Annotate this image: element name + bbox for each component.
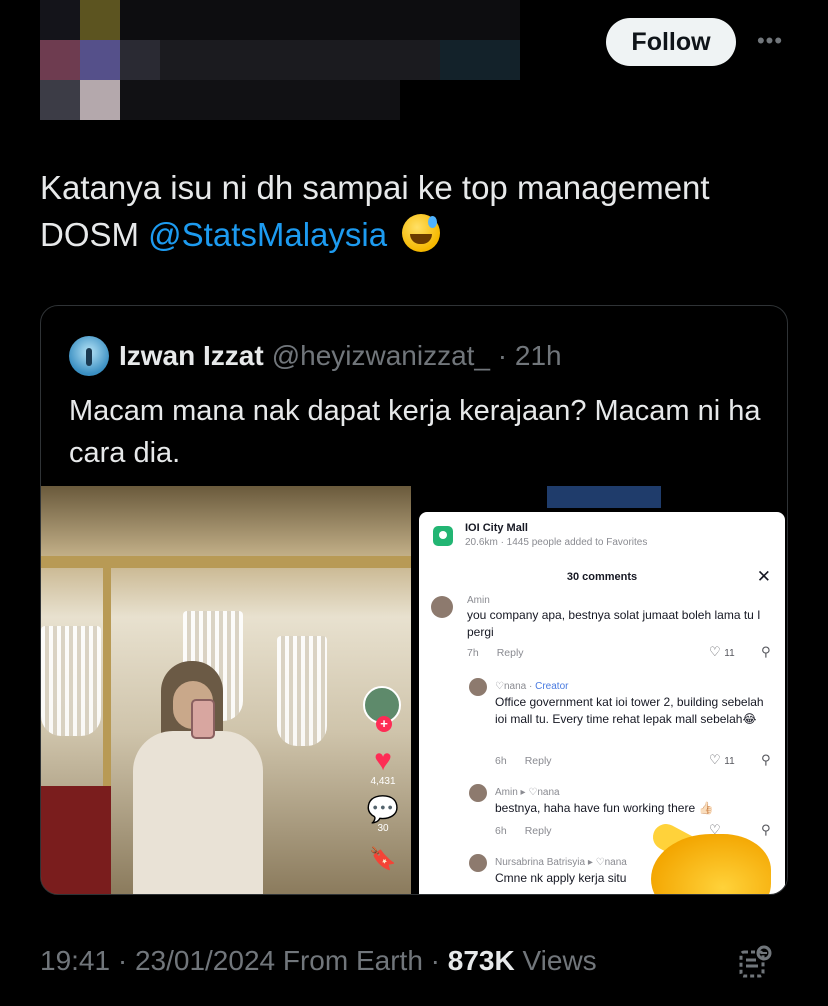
chandelier bbox=[277, 636, 327, 746]
commenter-avatar bbox=[469, 854, 487, 872]
commenter-avatar bbox=[469, 678, 487, 696]
like-count: 4,431 bbox=[370, 776, 396, 787]
comment-user-name: ♡nana bbox=[495, 681, 527, 692]
media-video-thumbnail[interactable]: + ♥ 4,431 💬 30 🔖 bbox=[41, 486, 411, 894]
dislike-icon: ⚲ bbox=[761, 822, 771, 837]
views-label: Views bbox=[514, 945, 597, 976]
person-figure bbox=[133, 661, 263, 894]
ceiling-frame bbox=[41, 556, 411, 568]
tiktok-creator-avatar[interactable]: + bbox=[363, 686, 401, 732]
comment-like-count: 11 bbox=[724, 756, 735, 767]
tweet-text: Katanya isu ni dh sampai ke top manageme… bbox=[40, 164, 800, 258]
comment-like-count: 11 bbox=[724, 648, 735, 659]
tweet-text-line2: DOSM bbox=[40, 216, 149, 253]
comment-text: Office government kat ioi tower 2, build… bbox=[495, 695, 764, 726]
comment-count: 30 bbox=[377, 823, 389, 834]
comment-reply-link: Reply bbox=[524, 755, 552, 767]
more-options-icon[interactable]: ••• bbox=[752, 26, 788, 56]
commenter-avatar bbox=[431, 596, 453, 618]
close-icon: ✕ bbox=[756, 567, 771, 586]
grinning-sweat-emoji-icon bbox=[402, 214, 441, 252]
comment-user: Nursabrina Batrisyia ▸ ♡nana bbox=[495, 857, 627, 868]
red-carpet bbox=[41, 786, 111, 894]
quoted-author-handle: @heyizwanizzat_ · 21h bbox=[271, 340, 562, 371]
comment-meta: 6h Reply bbox=[495, 755, 552, 767]
heart-icon[interactable]: ♥ bbox=[363, 746, 403, 776]
comment-age: 6h bbox=[495, 825, 507, 837]
comment-like: ♡ 11 bbox=[709, 644, 735, 659]
comment-text: you company apa, bestnya solat jumaat bo… bbox=[467, 608, 761, 639]
follow-plus-icon[interactable]: + bbox=[376, 716, 392, 732]
tweet-text-line1: Katanya isu ni dh sampai ke top manageme… bbox=[40, 169, 710, 206]
media-comments-screenshot[interactable]: IOI City Mall 20.6km · 1445 people added… bbox=[413, 486, 787, 894]
dislike-icon: ⚲ bbox=[761, 644, 771, 659]
comment-meta: 7h Reply bbox=[467, 647, 524, 659]
tiktok-comments-panel: IOI City Mall 20.6km · 1445 people added… bbox=[419, 512, 785, 894]
location-row: IOI City Mall 20.6km · 1445 people added… bbox=[433, 522, 647, 548]
comment-user: ♡nana · Creator bbox=[495, 681, 569, 692]
quoted-author-avatar[interactable] bbox=[69, 336, 109, 376]
comment-text: bestnya, haha have fun working there 👍🏻 bbox=[495, 801, 714, 815]
tweet-footer: 19:41 · 23/01/2024 From Earth · 873K Vie… bbox=[40, 945, 597, 977]
comment-like: ♡ 11 bbox=[709, 752, 735, 767]
bookmark-icon[interactable]: 🔖 bbox=[363, 846, 403, 872]
analytics-icon[interactable] bbox=[738, 944, 774, 980]
follow-button[interactable]: Follow bbox=[606, 18, 736, 66]
quoted-tweet[interactable]: Izwan Izzat @heyizwanizzat_ · 21h Macam … bbox=[40, 305, 788, 895]
mention-link[interactable]: @StatsMalaysia bbox=[148, 216, 387, 253]
views-count: 873K bbox=[447, 945, 515, 976]
creator-badge: Creator bbox=[535, 681, 569, 692]
dislike-icon: ⚲ bbox=[761, 752, 771, 767]
comment-meta: 6h Reply bbox=[495, 825, 552, 837]
comment-age: 6h bbox=[495, 755, 507, 767]
commenter-avatar bbox=[469, 784, 487, 802]
comments-title: 30 comments bbox=[566, 571, 638, 583]
location-subtitle: 20.6km · 1445 people added to Favorites bbox=[465, 537, 648, 548]
quoted-tweet-header: Izwan Izzat @heyizwanizzat_ · 21h bbox=[69, 336, 562, 376]
location-pin-icon bbox=[433, 526, 453, 546]
comment-user: Amin ▸ ♡nana bbox=[495, 787, 560, 798]
comment-reply-link: Reply bbox=[496, 647, 524, 659]
quoted-tweet-text: Macam mana nak dapat kerja kerajaan? Mac… bbox=[69, 395, 761, 469]
quoted-author-name[interactable]: Izwan Izzat bbox=[119, 340, 264, 372]
comment-reply-link: Reply bbox=[524, 825, 552, 837]
chandelier bbox=[41, 626, 101, 736]
timestamp-location[interactable]: 19:41 · 23/01/2024 From Earth · bbox=[40, 945, 448, 976]
location-name: IOI City Mall bbox=[465, 522, 528, 534]
censored-author-info[interactable] bbox=[40, 0, 520, 120]
comment-bubble-icon[interactable]: 💬 bbox=[363, 795, 403, 823]
comment-age: 7h bbox=[467, 647, 479, 659]
screenshot-top-strip bbox=[547, 486, 661, 508]
tiktok-action-rail: + ♥ 4,431 💬 30 🔖 bbox=[363, 686, 403, 872]
